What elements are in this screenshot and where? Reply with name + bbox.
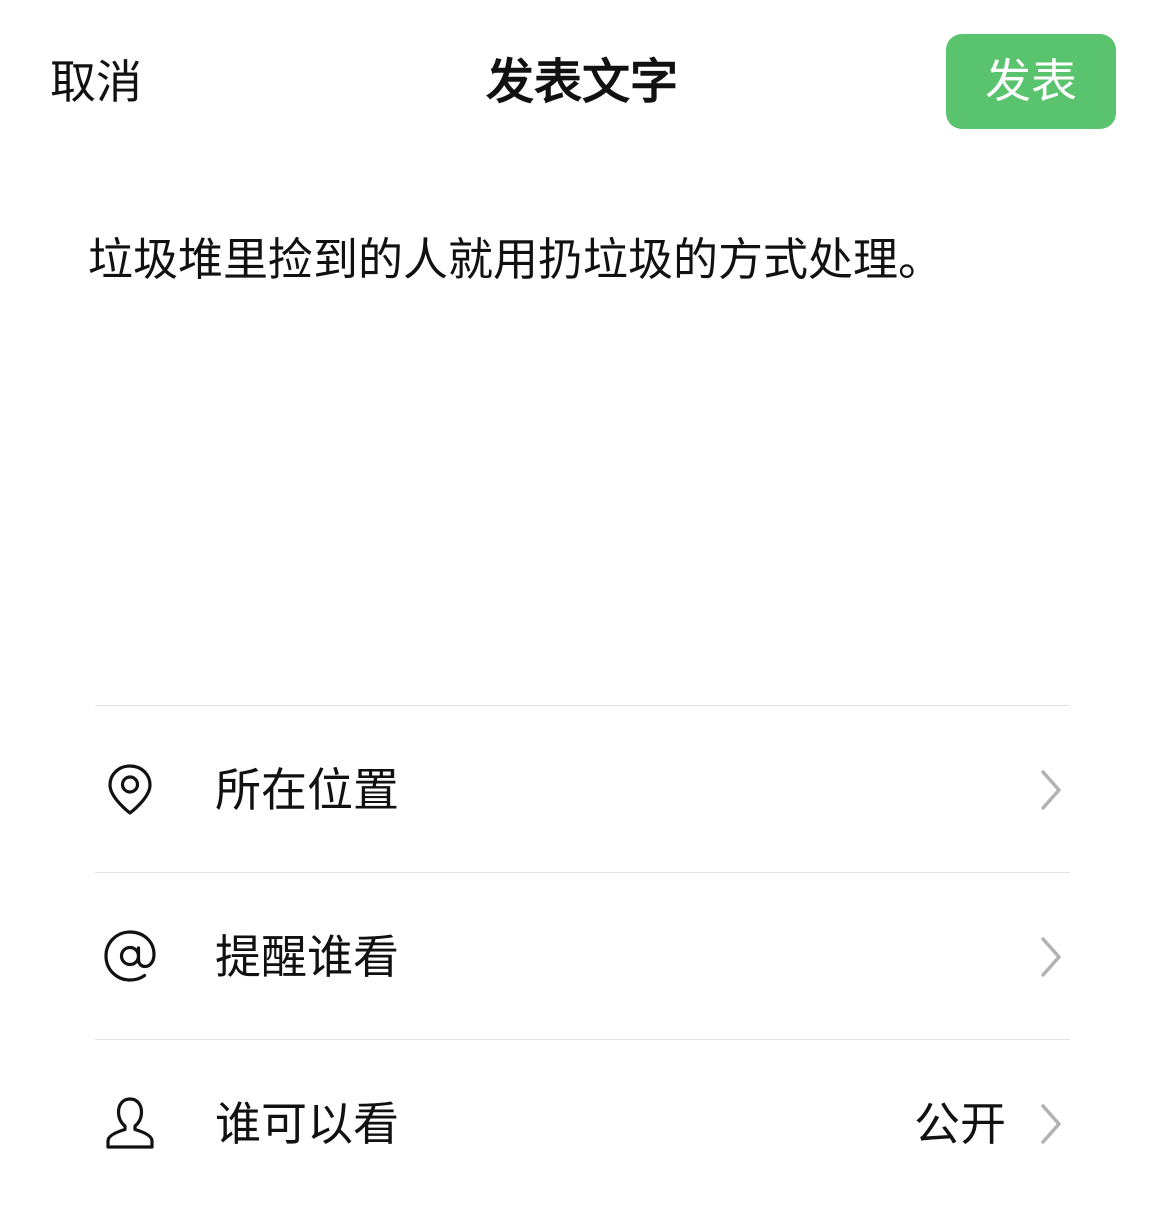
chevron-right-icon — [1036, 1102, 1066, 1146]
option-label: 谁可以看 — [215, 1097, 399, 1151]
option-visibility[interactable]: 谁可以看 公开 — [95, 1039, 1070, 1206]
at-sign-icon — [97, 923, 163, 989]
top-bar: 取消 发表文字 发表 — [0, 0, 1164, 165]
chevron-right-icon — [1036, 768, 1066, 812]
visibility-value: 公开 — [914, 1097, 1006, 1151]
chevron-right-icon — [1036, 935, 1066, 979]
option-mention[interactable]: 提醒谁看 — [95, 872, 1070, 1039]
option-label: 所在位置 — [215, 763, 399, 817]
post-text-input[interactable]: 垃圾堆里捡到的人就用扔垃圾的方式处理。 — [88, 225, 1088, 545]
option-label: 提醒谁看 — [215, 930, 399, 984]
location-pin-icon — [97, 756, 163, 822]
option-location[interactable]: 所在位置 — [95, 705, 1070, 872]
person-icon — [97, 1090, 163, 1156]
post-options-list: 所在位置 提醒谁看 谁可以看 公开 — [95, 705, 1070, 1206]
publish-button[interactable]: 发表 — [946, 34, 1116, 129]
